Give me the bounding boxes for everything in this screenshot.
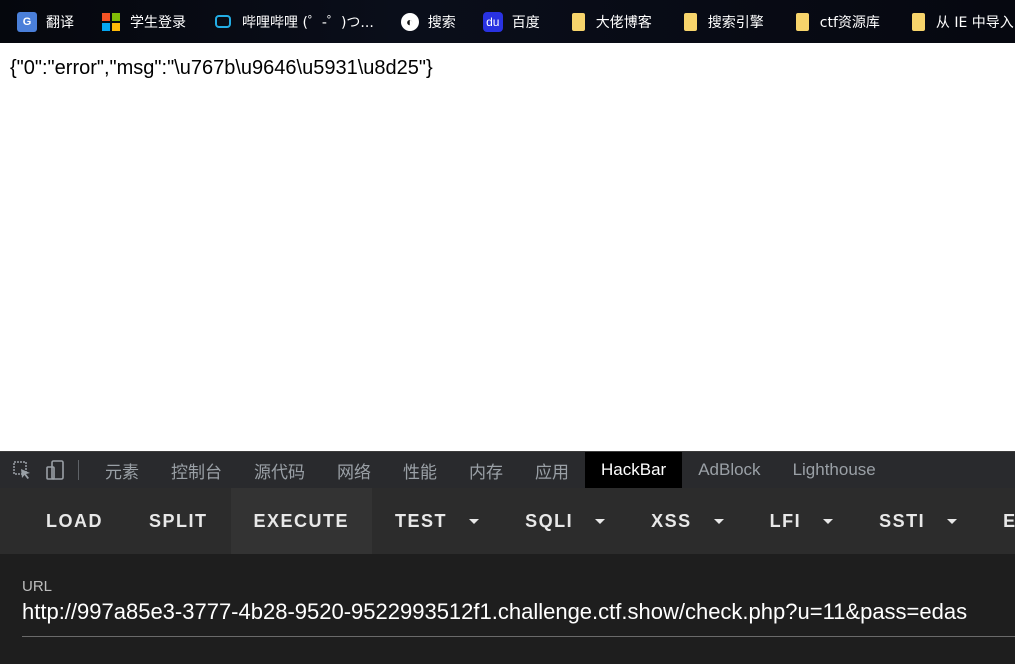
- page-content: {"0":"error","msg":"\u767b\u9646\u5931\u…: [0, 43, 1015, 451]
- bookmark-search[interactable]: ◐ 搜索: [384, 0, 466, 43]
- folder-icon: [567, 12, 587, 32]
- ssti-label: SSTI: [879, 510, 926, 531]
- tab-hackbar[interactable]: HackBar: [585, 452, 683, 488]
- load-label: LOAD: [46, 510, 103, 531]
- tab-application[interactable]: 应用: [519, 452, 585, 488]
- devtools-tab-bar: 元素 控制台 源代码 网络 性能 内存 应用 HackBar AdBlock L…: [0, 451, 1015, 488]
- execute-button[interactable]: EXECUTE: [230, 488, 373, 554]
- microsoft-icon: [101, 12, 121, 32]
- test-menu-button[interactable]: TEST: [372, 488, 502, 554]
- bookmark-label: 学生登录: [130, 14, 186, 31]
- load-button[interactable]: LOAD: [0, 488, 126, 554]
- hackbar-toolbar: LOAD SPLIT EXECUTE TEST SQLI XSS LFI SST…: [0, 488, 1015, 554]
- bookmark-folder-search-engines[interactable]: 搜索引擎: [662, 0, 774, 43]
- bookmarks-bar: G 翻译 学生登录 哔哩哔哩 (゜-゜)つ... ◐ 搜索 du 百度 大佬博客…: [0, 0, 1015, 43]
- folder-icon: [907, 12, 927, 32]
- ssti-menu-button[interactable]: SSTI: [856, 488, 980, 554]
- bookmark-folder-ie-import[interactable]: 从 IE 中导入: [890, 0, 1015, 43]
- inspect-element-icon[interactable]: [11, 459, 33, 481]
- url-label: URL: [22, 578, 53, 595]
- bookmark-bilibili[interactable]: 哔哩哔哩 (゜-゜)つ...: [196, 0, 384, 43]
- chevron-down-icon: [713, 518, 724, 524]
- chevron-down-icon: [823, 518, 834, 524]
- tab-elements[interactable]: 元素: [89, 452, 155, 488]
- test-label: TEST: [395, 510, 448, 531]
- folder-icon: [679, 12, 699, 32]
- tab-lighthouse[interactable]: Lighthouse: [777, 452, 892, 488]
- split-label: SPLIT: [149, 510, 208, 531]
- device-toolbar-icon[interactable]: [44, 459, 66, 481]
- bookmark-label: 搜索引擎: [707, 14, 764, 31]
- tab-network[interactable]: 网络: [321, 452, 387, 488]
- bookmark-student-login[interactable]: 学生登录: [84, 0, 196, 43]
- bookmark-folder-ctf[interactable]: ctf资源库: [774, 0, 890, 43]
- tab-performance[interactable]: 性能: [387, 452, 453, 488]
- lfi-menu-button[interactable]: LFI: [747, 488, 857, 554]
- json-response-text: {"0":"error","msg":"\u767b\u9646\u5931\u…: [10, 57, 433, 79]
- tab-memory[interactable]: 内存: [453, 452, 519, 488]
- xss-label: XSS: [651, 510, 692, 531]
- sqli-menu-button[interactable]: SQLI: [502, 488, 628, 554]
- bookmark-translate[interactable]: G 翻译: [0, 0, 84, 43]
- bookmark-label: 百度: [511, 14, 540, 31]
- bookmark-label: ctf资源库: [819, 14, 880, 31]
- folder-icon: [791, 12, 811, 32]
- split-button[interactable]: SPLIT: [126, 488, 231, 554]
- bookmark-baidu[interactable]: du 百度: [466, 0, 550, 43]
- bookmark-label: 翻译: [46, 14, 74, 31]
- bookmark-folder-blogs[interactable]: 大佬博客: [550, 0, 662, 43]
- chevron-down-icon: [469, 518, 480, 524]
- bookmark-label: 搜索: [427, 14, 456, 31]
- bilibili-icon: [213, 12, 233, 32]
- chevron-down-icon: [595, 518, 606, 524]
- xss-menu-button[interactable]: XSS: [628, 488, 747, 554]
- url-input[interactable]: http://997a85e3-3777-4b28-9520-952299351…: [22, 599, 1015, 625]
- tab-adblock[interactable]: AdBlock: [682, 452, 776, 488]
- url-panel: URL http://997a85e3-3777-4b28-9520-95229…: [0, 554, 1015, 664]
- bookmark-label: 从 IE 中导入: [935, 14, 1014, 31]
- tab-console[interactable]: 控制台: [155, 452, 238, 488]
- encoding-menu-button[interactable]: EN: [980, 488, 1015, 554]
- lfi-label: LFI: [769, 510, 802, 531]
- sqli-label: SQLI: [525, 510, 574, 531]
- bookmark-label: 哔哩哔哩 (゜-゜)つ...: [242, 14, 374, 31]
- baidu-paw-icon: du: [482, 11, 503, 32]
- url-underline: [22, 636, 1015, 637]
- toolbar-divider: [78, 460, 79, 480]
- globe-icon: ◐: [400, 12, 419, 31]
- bookmark-label: 大佬博客: [595, 14, 652, 31]
- chevron-down-icon: [947, 518, 958, 524]
- execute-label: EXECUTE: [253, 510, 350, 531]
- google-translate-icon: G: [17, 11, 37, 32]
- tab-sources[interactable]: 源代码: [238, 452, 321, 488]
- encoding-label: EN: [1003, 510, 1015, 531]
